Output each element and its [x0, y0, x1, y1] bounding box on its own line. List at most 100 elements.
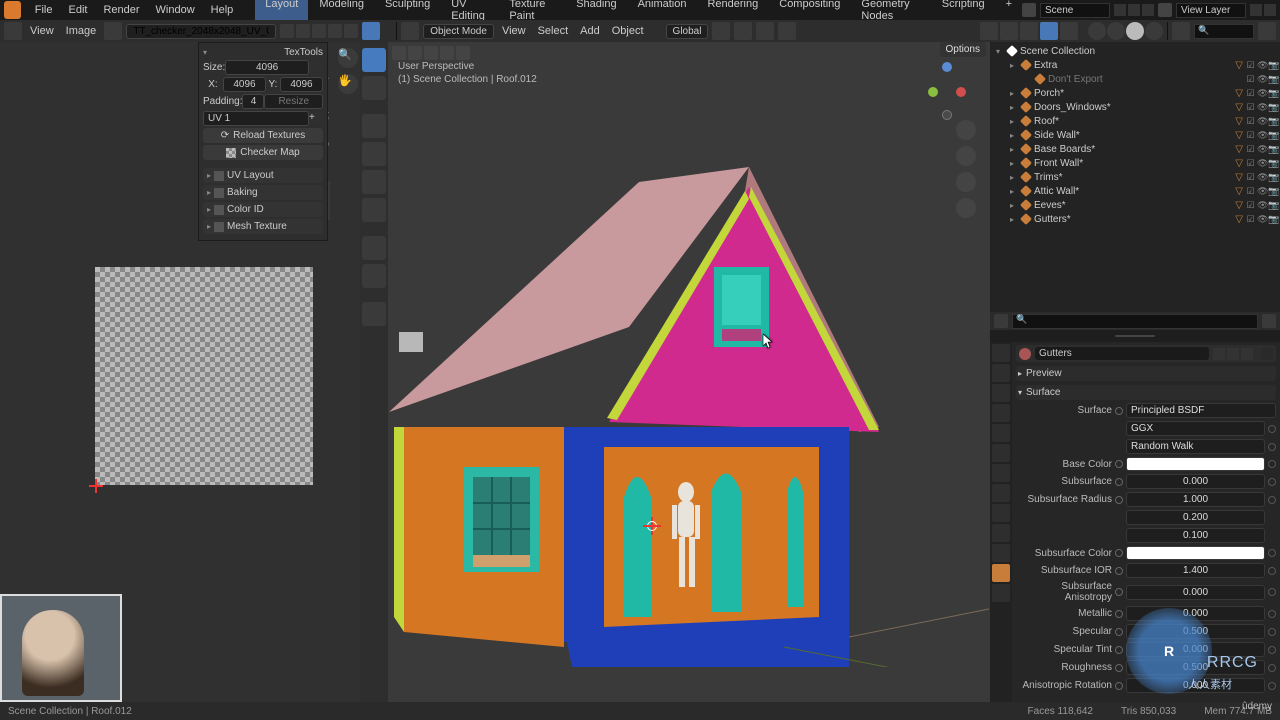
tab-physics[interactable] — [992, 504, 1010, 522]
viewport-options[interactable]: Options — [940, 42, 986, 57]
link-dot-icon[interactable] — [1115, 646, 1123, 654]
checker-map[interactable]: Checker Map — [203, 145, 323, 160]
reload-textures[interactable]: ⟳Reload Textures — [203, 128, 323, 143]
link-dot-icon[interactable] — [1115, 682, 1123, 690]
surface-header[interactable]: ▾Surface — [1016, 385, 1276, 400]
link-dot-icon[interactable] — [1115, 478, 1123, 486]
snap-icon[interactable] — [734, 22, 752, 40]
tree-row-root[interactable]: ▾ Scene Collection — [990, 44, 1280, 58]
tab-viewlayer[interactable] — [992, 384, 1010, 402]
outliner-type-icon[interactable] — [1172, 22, 1190, 40]
view3d-menu-object[interactable]: Object — [608, 25, 648, 37]
ss-color-swatch[interactable] — [1126, 546, 1265, 560]
menu-render[interactable]: Render — [95, 4, 147, 16]
tool-addcube[interactable] — [362, 302, 386, 326]
uv-editor-type-icon[interactable] — [4, 22, 22, 40]
ssr-3[interactable]: 0.100 — [1126, 528, 1265, 543]
uv-plus-icon[interactable]: + — [309, 112, 323, 126]
uv-channel[interactable]: UV 1 — [203, 111, 309, 126]
dist-dropdown[interactable]: GGX — [1126, 421, 1265, 436]
viewport-editor-type-icon[interactable] — [401, 22, 419, 40]
viewport-header-pills[interactable] — [392, 46, 470, 60]
3d-viewport[interactable]: User Perspective (1) Scene Collection | … — [388, 42, 990, 702]
uv-new-image-icon[interactable] — [104, 22, 122, 40]
outliner-search[interactable]: 🔍 — [1194, 24, 1254, 39]
nav-gizmo[interactable] — [924, 62, 972, 126]
tool-move[interactable] — [362, 114, 386, 138]
subsurface-value[interactable]: 0.000 — [1126, 474, 1265, 489]
menu-help[interactable]: Help — [203, 4, 242, 16]
hand-icon[interactable] — [956, 146, 976, 166]
link-dot-icon[interactable] — [1115, 664, 1123, 672]
eyedropper-icon[interactable] — [309, 61, 323, 75]
scene-name-input[interactable] — [1040, 3, 1110, 18]
section-meshtex[interactable]: ▸Mesh Texture — [203, 219, 323, 234]
proportional-icon[interactable] — [778, 22, 796, 40]
tree-row[interactable]: ▸Roof*▽☑👁📷 — [990, 114, 1280, 128]
props-search[interactable] — [1012, 314, 1258, 329]
tree-row[interactable]: ▸Side Wall*▽☑👁📷 — [990, 128, 1280, 142]
outliner[interactable]: ▾ Scene Collection ▸Extra▽☑👁📷 Don't Expo… — [990, 42, 1280, 312]
viewlayer-name-input[interactable] — [1176, 3, 1246, 18]
viewlayer-buttons[interactable] — [1250, 4, 1276, 16]
link-dot-icon[interactable] — [1115, 496, 1123, 504]
tab-data[interactable] — [992, 544, 1010, 562]
base-color-swatch[interactable] — [1126, 457, 1265, 471]
props-options-icon[interactable] — [1262, 314, 1276, 328]
tab-constraints[interactable] — [992, 524, 1010, 542]
tree-row[interactable]: ▸Base Boards*▽☑👁📷 — [990, 142, 1280, 156]
material-slot[interactable]: Gutters — [1016, 345, 1276, 362]
tool-transform[interactable] — [362, 198, 386, 222]
tool-annotate[interactable] — [362, 236, 386, 260]
ss-ior[interactable]: 1.400 — [1126, 563, 1265, 578]
mode-dropdown[interactable]: Object Mode — [423, 24, 494, 39]
tree-row[interactable]: ▸Porch*▽☑👁📷 — [990, 86, 1280, 100]
padding[interactable]: 4 — [242, 94, 264, 109]
zoom-icon[interactable] — [956, 120, 976, 140]
pivot-icon[interactable] — [712, 22, 730, 40]
size-x[interactable]: 4096 — [225, 60, 309, 75]
section-colorid[interactable]: ▸Color ID — [203, 202, 323, 217]
tree-row[interactable]: ▸Eeves*▽☑👁📷 — [990, 198, 1280, 212]
link-dot-icon[interactable] — [1115, 567, 1123, 575]
tab-render[interactable] — [992, 344, 1010, 362]
menu-file[interactable]: File — [27, 4, 61, 16]
link-dot-icon[interactable] — [1115, 460, 1123, 468]
tab-object[interactable] — [992, 444, 1010, 462]
hand-icon[interactable]: 🖐 — [338, 74, 358, 94]
menu-edit[interactable]: Edit — [60, 4, 95, 16]
size-x2[interactable]: 4096 — [223, 77, 266, 92]
link-dot-icon[interactable] — [1115, 407, 1123, 415]
tree-row[interactable]: ▸Gutters*▽☑👁📷 — [990, 212, 1280, 226]
tab-material[interactable] — [992, 564, 1010, 582]
uv-unknown-icon[interactable] — [362, 22, 380, 40]
snap-dropdown[interactable] — [756, 22, 774, 40]
split-handle[interactable] — [990, 330, 1280, 342]
tool-cursor[interactable] — [362, 76, 386, 100]
properties-type-icon[interactable] — [994, 314, 1008, 328]
tree-row[interactable]: ▸Attic Wall*▽☑👁📷 — [990, 184, 1280, 198]
size-y[interactable]: 4096 — [280, 77, 323, 92]
sss-dropdown[interactable]: Random Walk — [1126, 439, 1265, 454]
menu-window[interactable]: Window — [148, 4, 203, 16]
uv-image-buttons[interactable] — [280, 24, 358, 38]
tree-row[interactable]: ▸Front Wall*▽☑👁📷 — [990, 156, 1280, 170]
resize-btn[interactable]: Resize — [264, 94, 323, 109]
tab-output[interactable] — [992, 364, 1010, 382]
scene-buttons[interactable] — [1114, 4, 1154, 16]
tool-select-box[interactable] — [362, 48, 386, 72]
tab-world[interactable] — [992, 424, 1010, 442]
view3d-menu-view[interactable]: View — [498, 25, 530, 37]
tree-row[interactable]: ▸Trims*▽☑👁📷 — [990, 170, 1280, 184]
material-name[interactable]: Gutters — [1035, 347, 1209, 360]
node-toggle-icon[interactable] — [1261, 348, 1273, 360]
view3d-menu-select[interactable]: Select — [534, 25, 573, 37]
link-dot-icon[interactable] — [1115, 588, 1123, 596]
tree-row[interactable]: ▸Extra▽☑👁📷 — [990, 58, 1280, 72]
ss-aniso[interactable]: 0.000 — [1126, 585, 1265, 600]
tab-modifiers[interactable] — [992, 464, 1010, 482]
shading-icons[interactable] — [1088, 22, 1163, 40]
tool-scale[interactable] — [362, 170, 386, 194]
ssr-1[interactable]: 1.000 — [1126, 492, 1265, 507]
tree-row[interactable]: ▸Doors_Windows*▽☑👁📷 — [990, 100, 1280, 114]
